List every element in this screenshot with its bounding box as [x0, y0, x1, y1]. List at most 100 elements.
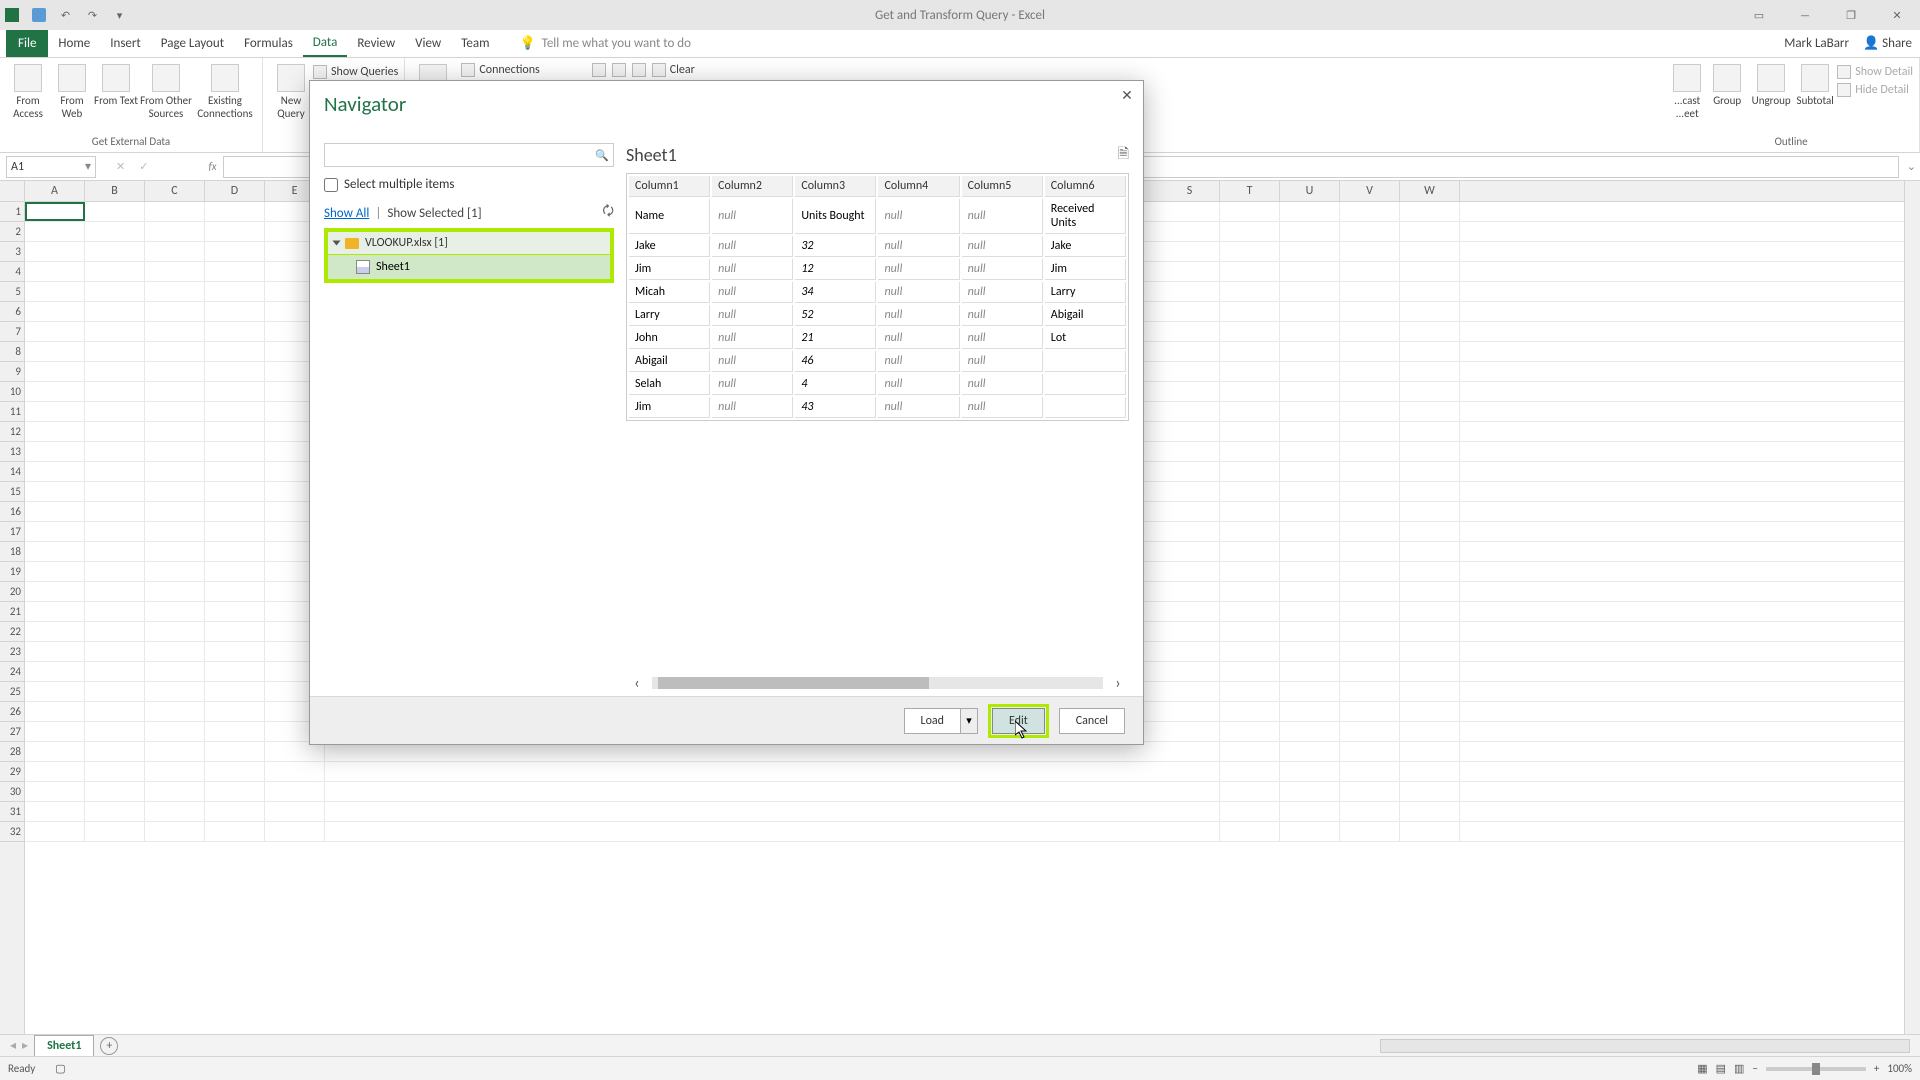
group-button[interactable]: Group	[1705, 62, 1749, 107]
row-header[interactable]: 15	[0, 482, 24, 502]
column-header[interactable]: V	[1340, 181, 1400, 201]
load-button[interactable]: Load ▾	[904, 708, 978, 734]
scroll-first-icon[interactable]: ◂	[10, 1038, 16, 1053]
connections-button[interactable]: Connections	[461, 62, 539, 78]
row-header[interactable]: 24	[0, 662, 24, 682]
sort-az-button[interactable]	[592, 62, 606, 78]
tree-file-node[interactable]: VLOOKUP.xlsx [1]	[328, 232, 610, 254]
sort-za-button[interactable]	[612, 62, 626, 78]
maximize-icon[interactable]: ❐	[1828, 0, 1874, 30]
tab-formulas[interactable]: Formulas	[234, 31, 303, 56]
zoom-out-icon[interactable]: −	[1752, 1062, 1757, 1075]
tab-team[interactable]: Team	[451, 31, 499, 56]
from-web-button[interactable]: From Web	[50, 62, 94, 120]
load-dropdown-icon[interactable]: ▾	[960, 708, 978, 734]
preview-horizontal-scrollbar[interactable]	[652, 677, 1103, 689]
row-header[interactable]: 16	[0, 502, 24, 522]
tab-view[interactable]: View	[405, 31, 451, 56]
row-header[interactable]: 10	[0, 382, 24, 402]
qat-dropdown-icon[interactable]: ▾	[112, 8, 127, 23]
macro-record-icon[interactable]: ▢	[55, 1062, 65, 1075]
column-header[interactable]: B	[85, 181, 145, 201]
dialog-close-button[interactable]: ✕	[1117, 87, 1137, 107]
redo-icon[interactable]: ↷	[85, 8, 100, 23]
share-button[interactable]: 👤 Share	[1863, 36, 1912, 51]
row-header[interactable]: 21	[0, 602, 24, 622]
row-header[interactable]: 29	[0, 762, 24, 782]
row-header[interactable]: 13	[0, 442, 24, 462]
from-access-button[interactable]: From Access	[6, 62, 50, 120]
view-layout-icon[interactable]: ▤	[1716, 1062, 1726, 1075]
fx-icon[interactable]: fx	[208, 160, 216, 173]
horizontal-scrollbar[interactable]	[1380, 1039, 1910, 1053]
ribbon-options-icon[interactable]: ▭	[1736, 0, 1782, 30]
user-name[interactable]: Mark LaBarr	[1784, 36, 1849, 51]
close-icon[interactable]: ✕	[1874, 0, 1920, 30]
row-header[interactable]: 4	[0, 262, 24, 282]
subtotal-button[interactable]: Subtotal	[1793, 62, 1837, 107]
zoom-level[interactable]: 100%	[1887, 1062, 1912, 1075]
scroll-last-icon[interactable]: ▸	[22, 1038, 28, 1053]
edit-button[interactable]: Edit	[992, 708, 1045, 734]
show-queries-button[interactable]: Show Queries	[313, 64, 398, 80]
column-header[interactable]: U	[1280, 181, 1340, 201]
row-header[interactable]: 32	[0, 822, 24, 842]
view-normal-icon[interactable]: ▦	[1697, 1062, 1707, 1075]
from-text-button[interactable]: From Text	[94, 62, 138, 107]
name-box[interactable]: A1▾	[6, 156, 96, 178]
add-sheet-button[interactable]: +	[100, 1037, 118, 1055]
row-header[interactable]: 22	[0, 622, 24, 642]
expand-icon[interactable]	[333, 241, 341, 246]
show-all-link[interactable]: Show All	[324, 206, 369, 221]
row-header[interactable]: 8	[0, 342, 24, 362]
cancel-button[interactable]: Cancel	[1059, 708, 1125, 734]
row-header[interactable]: 20	[0, 582, 24, 602]
vertical-scrollbar[interactable]	[1904, 181, 1920, 1034]
row-header[interactable]: 28	[0, 742, 24, 762]
tab-page-layout[interactable]: Page Layout	[151, 31, 234, 56]
save-icon[interactable]	[31, 8, 46, 23]
select-multiple-input[interactable]	[324, 178, 338, 192]
row-header[interactable]: 27	[0, 722, 24, 742]
tab-review[interactable]: Review	[347, 31, 405, 56]
tell-me-search[interactable]: 💡 Tell me what you want to do	[519, 36, 691, 51]
row-header[interactable]: 25	[0, 682, 24, 702]
dropdown-icon[interactable]: ▾	[85, 159, 91, 174]
preview-scroll-left-icon[interactable]: ‹	[628, 674, 646, 692]
refresh-tree-icon[interactable]: 🗘	[602, 202, 614, 224]
preview-refresh-icon[interactable]: 🗎	[1118, 143, 1129, 167]
row-header[interactable]: 12	[0, 422, 24, 442]
forecast-sheet-button[interactable]: ...cast ...eet	[1669, 62, 1705, 120]
row-header[interactable]: 30	[0, 782, 24, 802]
load-button-main[interactable]: Load	[904, 708, 960, 734]
row-header[interactable]: 2	[0, 222, 24, 242]
filter-button[interactable]	[632, 62, 646, 78]
ungroup-button[interactable]: Ungroup	[1749, 62, 1793, 107]
view-pagebreak-icon[interactable]: ▥	[1734, 1062, 1744, 1075]
tab-data[interactable]: Data	[303, 30, 348, 57]
expand-formula-bar-icon[interactable]: ⌄	[1903, 160, 1920, 173]
sheet-tab-sheet1[interactable]: Sheet1	[34, 1035, 94, 1056]
row-header[interactable]: 5	[0, 282, 24, 302]
column-header[interactable]: D	[205, 181, 265, 201]
row-header[interactable]: 3	[0, 242, 24, 262]
column-header[interactable]: C	[145, 181, 205, 201]
row-header[interactable]: 19	[0, 562, 24, 582]
from-other-sources-button[interactable]: From Other Sources	[138, 62, 194, 120]
row-header[interactable]: 9	[0, 362, 24, 382]
minimize-icon[interactable]: —	[1782, 0, 1828, 30]
new-query-button[interactable]: New Query	[269, 62, 313, 120]
clear-button[interactable]: Clear	[652, 62, 695, 78]
column-header[interactable]: S	[1160, 181, 1220, 201]
tab-home[interactable]: Home	[48, 31, 100, 56]
column-header[interactable]: T	[1220, 181, 1280, 201]
row-header[interactable]: 14	[0, 462, 24, 482]
row-header[interactable]: 11	[0, 402, 24, 422]
preview-scroll-right-icon[interactable]: ›	[1109, 674, 1127, 692]
row-header[interactable]: 6	[0, 302, 24, 322]
existing-connections-button[interactable]: Existing Connections	[194, 62, 256, 120]
tab-insert[interactable]: Insert	[100, 31, 151, 56]
row-header[interactable]: 23	[0, 642, 24, 662]
row-header[interactable]: 7	[0, 322, 24, 342]
select-multiple-checkbox[interactable]: Select multiple items	[324, 177, 614, 192]
